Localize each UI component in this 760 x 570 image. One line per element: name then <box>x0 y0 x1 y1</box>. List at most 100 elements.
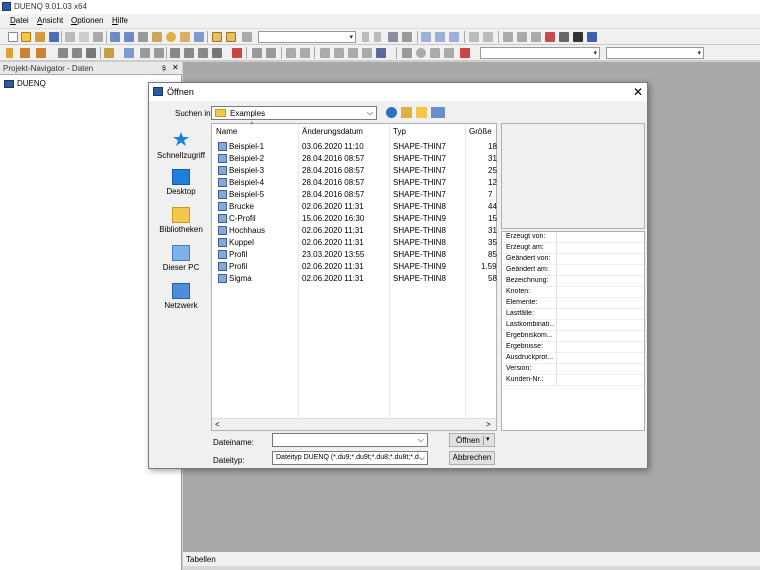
redo-icon[interactable] <box>124 32 134 42</box>
file-row[interactable]: Hochhaus 02.06.2020 11:31 SHAPE-THIN8 31 <box>212 225 497 237</box>
delete-icon[interactable] <box>545 32 555 42</box>
filename-input[interactable]: ⌵ <box>272 433 428 447</box>
close-icon[interactable]: ✕ <box>172 63 179 72</box>
tool-icon[interactable] <box>104 48 114 58</box>
file-row[interactable]: Sigma 02.06.2020 11:31 SHAPE-THIN8 58 <box>212 273 497 285</box>
horizontal-scrollbar[interactable]: < > <box>212 418 496 430</box>
menu-datei[interactable]: Datei <box>10 16 29 25</box>
tool-icon[interactable] <box>252 48 262 58</box>
tool-icon[interactable] <box>266 48 276 58</box>
tool-icon[interactable] <box>124 48 134 58</box>
look-in-combo[interactable]: Examples ⌵ <box>211 106 377 120</box>
tool-icon[interactable] <box>72 48 82 58</box>
tool-icon[interactable] <box>348 48 358 58</box>
save-icon[interactable] <box>49 32 59 42</box>
file-row[interactable]: Beispiel-1 03.06.2020 11:10 SHAPE-THIN7 18 <box>212 141 497 153</box>
column-header-size[interactable]: Größe <box>469 127 492 136</box>
open-button[interactable]: Öffnen ▾ <box>449 433 495 447</box>
arrow-left-icon[interactable] <box>362 32 369 42</box>
view-menu-icon[interactable] <box>431 107 445 118</box>
undo-icon[interactable] <box>110 32 120 42</box>
open-examples-icon[interactable] <box>35 32 45 42</box>
toolbar-combo[interactable]: ▾ <box>606 47 704 59</box>
column-header-date[interactable]: Änderungsdatum <box>302 127 363 136</box>
place-desktop[interactable]: Desktop <box>153 169 209 196</box>
tool-icon[interactable] <box>184 48 194 58</box>
render-icon[interactable] <box>226 32 236 42</box>
new-file-icon[interactable] <box>8 32 18 42</box>
tool-icon[interactable] <box>517 32 527 42</box>
filetype-select[interactable]: Dateityp DUENQ (*.du9;*.du9t;*.du8;*.du8… <box>272 451 428 465</box>
tool-icon[interactable] <box>300 48 310 58</box>
table-icon[interactable] <box>435 32 445 42</box>
place-this-pc[interactable]: Dieser PC <box>153 245 209 272</box>
print-preview-icon[interactable] <box>79 32 89 42</box>
delete-icon[interactable] <box>460 48 470 58</box>
view-icon[interactable] <box>212 32 222 42</box>
tool-icon[interactable] <box>58 48 68 58</box>
tool-icon[interactable] <box>483 32 493 42</box>
file-row[interactable]: Kuppel 02.06.2020 11:31 SHAPE-THIN8 35 <box>212 237 497 249</box>
tool-icon[interactable] <box>6 48 13 58</box>
table-icon[interactable] <box>449 32 459 42</box>
table-icon[interactable] <box>421 32 431 42</box>
file-row[interactable]: Profil 02.06.2020 11:31 SHAPE-THIN9 1.59 <box>212 261 497 273</box>
tool-icon[interactable] <box>154 48 164 58</box>
tool-icon[interactable] <box>388 32 398 42</box>
file-row[interactable]: Beispiel-4 28.04.2016 08:57 SHAPE-THIN7 12 <box>212 177 497 189</box>
open-folder-icon[interactable] <box>21 32 31 42</box>
tool-icon[interactable] <box>36 48 46 58</box>
print-icon[interactable] <box>65 32 75 42</box>
tool-icon[interactable] <box>559 32 569 42</box>
chevron-down-icon[interactable]: ⌵ <box>418 435 424 445</box>
file-row[interactable]: Beispiel-5 28.04.2016 08:57 SHAPE-THIN7 7 <box>212 189 496 201</box>
tool-icon[interactable] <box>503 32 513 42</box>
place-quick-access[interactable]: Schnellzugriff <box>153 131 209 160</box>
menu-optionen[interactable]: Optionen <box>71 16 103 25</box>
column-header-type[interactable]: Typ <box>393 127 406 136</box>
tool-icon[interactable] <box>587 32 597 42</box>
edit-icon[interactable] <box>138 32 148 42</box>
cancel-button[interactable]: Abbrechen <box>449 451 495 465</box>
tool-icon[interactable] <box>573 32 583 42</box>
grid-icon[interactable] <box>242 32 252 42</box>
file-row[interactable]: Brucke 02.06.2020 11:31 SHAPE-THIN8 44 <box>212 201 497 213</box>
calculate-icon[interactable] <box>166 32 176 42</box>
tool-icon[interactable] <box>140 48 150 58</box>
tool-icon[interactable] <box>286 48 296 58</box>
copy-icon[interactable] <box>93 32 103 42</box>
tool-icon[interactable] <box>232 48 242 58</box>
place-network[interactable]: Netzwerk <box>153 283 209 310</box>
column-header-name[interactable]: Name <box>216 127 237 136</box>
tool-icon[interactable] <box>531 32 541 42</box>
up-folder-icon[interactable] <box>401 107 412 118</box>
view-combo[interactable]: ▾ <box>258 31 356 43</box>
text-icon[interactable] <box>86 48 96 58</box>
arrow-right-icon[interactable] <box>374 32 381 42</box>
report-icon[interactable] <box>194 32 204 42</box>
tool-icon[interactable] <box>469 32 479 42</box>
scroll-left-icon[interactable]: < <box>215 420 220 429</box>
close-icon[interactable]: ✕ <box>633 85 643 99</box>
toolbar-combo[interactable]: ▾ <box>480 47 600 59</box>
scroll-right-icon[interactable]: > <box>486 420 491 429</box>
back-icon[interactable] <box>386 107 397 118</box>
chevron-down-icon[interactable]: ▾ <box>486 435 490 443</box>
tool-icon[interactable] <box>402 48 412 58</box>
place-libraries[interactable]: Bibliotheken <box>153 207 209 234</box>
results-icon[interactable] <box>180 32 190 42</box>
tool-icon[interactable] <box>416 48 426 58</box>
tool-icon[interactable] <box>198 48 208 58</box>
tool-icon[interactable] <box>444 48 454 58</box>
file-row[interactable]: Profil 23.03.2020 13:55 SHAPE-THIN8 85 <box>212 249 497 261</box>
tool-icon[interactable] <box>402 32 412 42</box>
tool-icon[interactable] <box>320 48 330 58</box>
file-row[interactable]: Beispiel-3 28.04.2016 08:57 SHAPE-THIN7 25 <box>212 165 497 177</box>
menu-ansicht[interactable]: Ansicht <box>37 16 63 25</box>
tool-icon[interactable] <box>170 48 180 58</box>
tool-icon[interactable] <box>20 48 30 58</box>
tool-icon[interactable] <box>362 48 372 58</box>
file-row[interactable]: Beispiel-2 28.04.2016 08:57 SHAPE-THIN7 31 <box>212 153 497 165</box>
tool-icon[interactable] <box>376 48 386 58</box>
tool-icon[interactable] <box>212 48 222 58</box>
